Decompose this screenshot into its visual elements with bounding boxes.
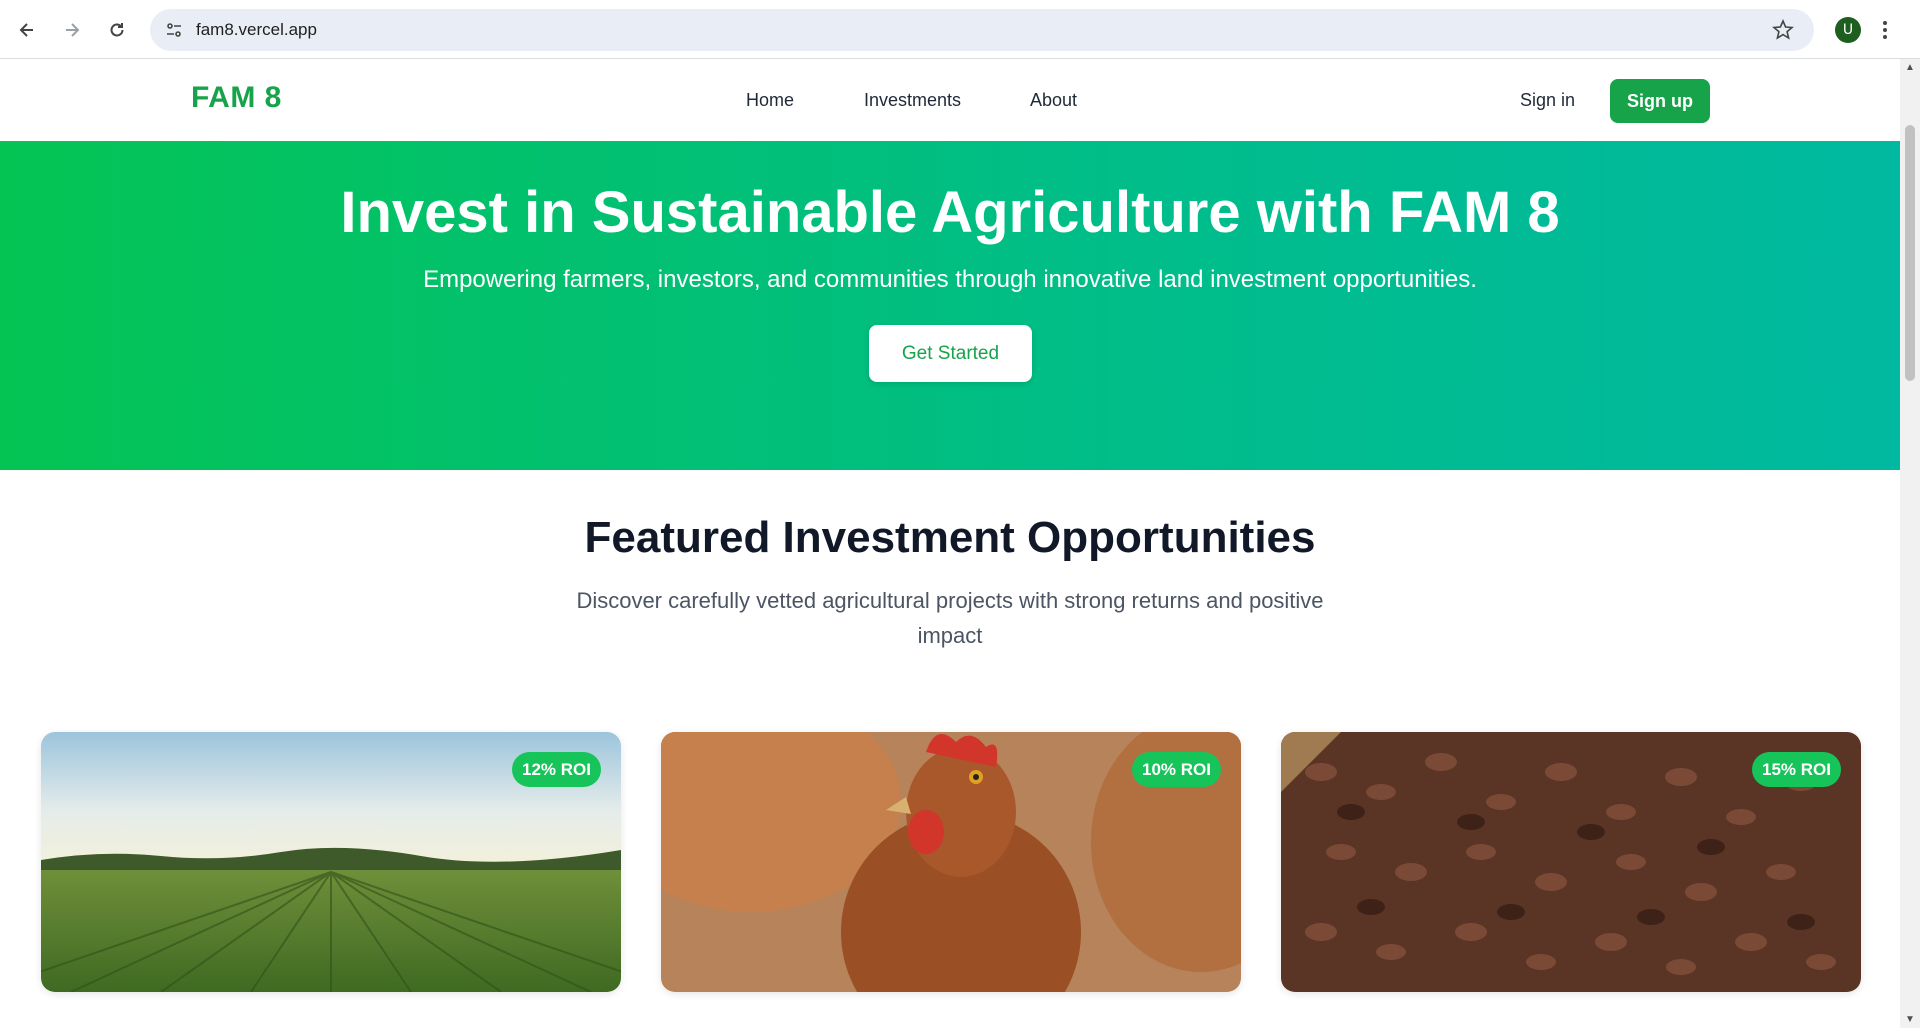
page-scrollbar[interactable]: ▲ ▼ <box>1900 59 1920 1028</box>
site-header: FAM 8 Home Investments About Sign in Sig… <box>0 59 1900 141</box>
reload-icon <box>110 23 124 37</box>
investment-card-farmland[interactable]: 12% ROI <box>41 732 621 992</box>
reload-button[interactable] <box>99 12 135 48</box>
investment-card-cocoa[interactable]: 15% ROI <box>1281 732 1861 992</box>
arrow-right-icon <box>66 23 80 37</box>
scroll-down-arrow-icon[interactable]: ▼ <box>1900 1011 1920 1028</box>
roi-badge: 12% ROI <box>512 752 601 787</box>
roi-badge: 15% ROI <box>1752 752 1841 787</box>
address-bar[interactable]: fam8.vercel.app <box>150 9 1814 51</box>
featured-subtitle: Discover carefully vetted agricultural p… <box>576 588 1324 648</box>
featured-title: Featured Investment Opportunities <box>584 513 1316 562</box>
hero-subtitle: Empowering farmers, investors, and commu… <box>423 266 1477 293</box>
roi-badge: 10% ROI <box>1132 752 1221 787</box>
menu-kebab-icon[interactable] <box>1882 19 1888 41</box>
arrow-left-icon <box>19 23 33 37</box>
investment-card-poultry[interactable]: 10% ROI <box>661 732 1241 992</box>
bookmark-star-icon[interactable] <box>1772 19 1794 41</box>
scroll-up-arrow-icon[interactable]: ▲ <box>1900 59 1920 76</box>
nav-about[interactable]: About <box>1030 90 1077 111</box>
forward-button[interactable] <box>54 12 90 48</box>
site-settings-icon[interactable] <box>164 20 184 40</box>
site-logo[interactable]: FAM 8 <box>191 81 282 115</box>
hero-title: Invest in Sustainable Agriculture with F… <box>340 180 1560 245</box>
avatar-letter: U <box>1842 22 1854 38</box>
url-text: fam8.vercel.app <box>196 20 317 39</box>
page-viewport: FAM 8 Home Investments About Sign in Sig… <box>0 59 1900 1028</box>
profile-avatar[interactable]: U <box>1835 17 1861 43</box>
get-started-button[interactable]: Get Started <box>869 325 1032 382</box>
back-button[interactable] <box>9 12 45 48</box>
signin-link[interactable]: Sign in <box>1520 90 1575 111</box>
nav-investments[interactable]: Investments <box>864 90 961 111</box>
signup-button[interactable]: Sign up <box>1610 79 1710 123</box>
scroll-thumb[interactable] <box>1905 125 1915 381</box>
browser-toolbar: fam8.vercel.app U <box>0 0 1920 59</box>
nav-home[interactable]: Home <box>746 90 794 111</box>
hero-section: Invest in Sustainable Agriculture with F… <box>0 141 1900 470</box>
